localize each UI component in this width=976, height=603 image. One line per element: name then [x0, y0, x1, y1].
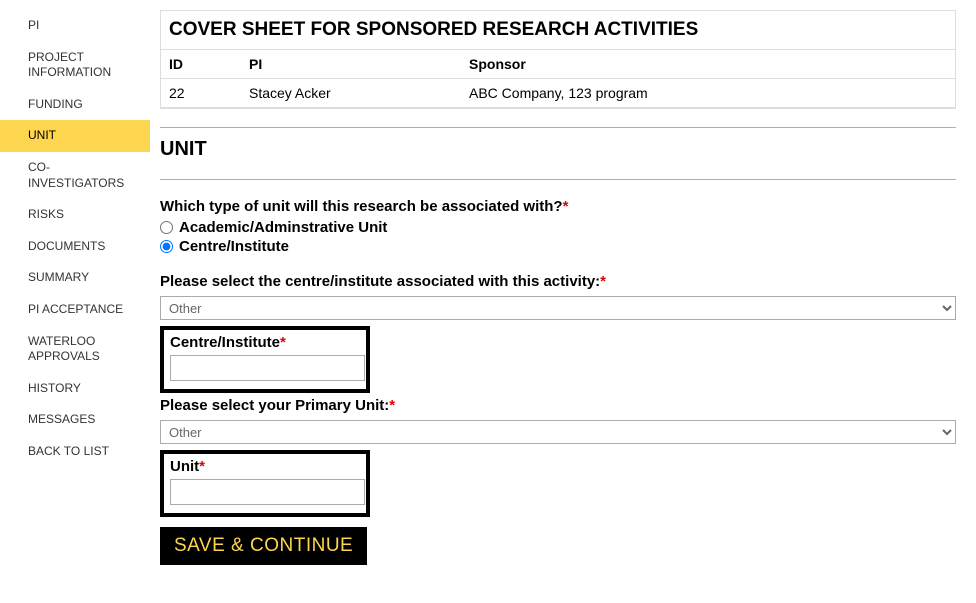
question-unit-type: Which type of unit will this research be…: [160, 198, 956, 215]
required-marker: *: [563, 198, 569, 215]
select-primary-unit[interactable]: Other: [160, 420, 956, 444]
col-id: ID: [161, 50, 241, 79]
centre-institute-input[interactable]: [170, 355, 365, 381]
cover-sheet-header: COVER SHEET FOR SPONSORED RESEARCH ACTIV…: [160, 10, 956, 109]
sidebar-item-messages[interactable]: MESSAGES: [0, 404, 150, 436]
required-marker: *: [389, 397, 395, 414]
sidebar-item-project-information[interactable]: PROJECT INFORMATION: [0, 42, 150, 89]
radio-academic-admin[interactable]: Academic/Adminstrative Unit: [160, 219, 956, 236]
unit-input[interactable]: [170, 479, 365, 505]
sidebar-item-risks[interactable]: RISKS: [0, 199, 150, 231]
cell-sponsor: ABC Company, 123 program: [461, 79, 955, 108]
divider: [160, 179, 956, 180]
col-sponsor: Sponsor: [461, 50, 955, 79]
sidebar-item-co-investigators[interactable]: CO-INVESTIGATORS: [0, 152, 150, 199]
sidebar-item-pi-acceptance[interactable]: PI ACCEPTANCE: [0, 294, 150, 326]
cell-id: 22: [161, 79, 241, 108]
col-pi: PI: [241, 50, 461, 79]
sidebar-item-documents[interactable]: DOCUMENTS: [0, 231, 150, 263]
table-row: 22 Stacey Acker ABC Company, 123 program: [161, 79, 955, 108]
required-marker: *: [600, 273, 606, 290]
sidebar-item-history[interactable]: HISTORY: [0, 373, 150, 405]
select-centre-institute[interactable]: Other: [160, 296, 956, 320]
sidebar-item-funding[interactable]: FUNDING: [0, 89, 150, 121]
summary-table: ID PI Sponsor 22 Stacey Acker ABC Compan…: [161, 50, 955, 108]
main-content: COVER SHEET FOR SPONSORED RESEARCH ACTIV…: [150, 0, 976, 585]
radio-centre-institute-input[interactable]: [160, 240, 173, 253]
radio-centre-institute[interactable]: Centre/Institute: [160, 238, 956, 255]
sidebar-item-pi[interactable]: PI: [0, 10, 150, 42]
section-heading: UNIT: [160, 138, 956, 161]
cell-pi: Stacey Acker: [241, 79, 461, 108]
centre-institute-label: Centre/Institute*: [170, 334, 360, 351]
radio-academic-admin-input[interactable]: [160, 221, 173, 234]
sidebar-item-back-to-list[interactable]: BACK TO LIST: [0, 436, 150, 468]
centre-institute-field-box: Centre/Institute*: [160, 326, 370, 393]
page-title: COVER SHEET FOR SPONSORED RESEARCH ACTIV…: [161, 11, 955, 50]
question-primary-unit: Please select your Primary Unit:*: [160, 397, 956, 414]
sidebar-item-summary[interactable]: SUMMARY: [0, 262, 150, 294]
question-centre-institute: Please select the centre/institute assoc…: [160, 273, 956, 290]
sidebar-item-waterloo-approvals[interactable]: WATERLOO APPROVALS: [0, 326, 150, 373]
unit-field-box: Unit*: [160, 450, 370, 517]
unit-label: Unit*: [170, 458, 360, 475]
divider: [160, 127, 956, 128]
save-continue-button[interactable]: SAVE & CONTINUE: [160, 527, 367, 565]
sidebar-item-unit[interactable]: UNIT: [0, 120, 150, 152]
required-marker: *: [199, 458, 205, 475]
required-marker: *: [280, 334, 286, 351]
sidebar: PI PROJECT INFORMATION FUNDING UNIT CO-I…: [0, 0, 150, 585]
